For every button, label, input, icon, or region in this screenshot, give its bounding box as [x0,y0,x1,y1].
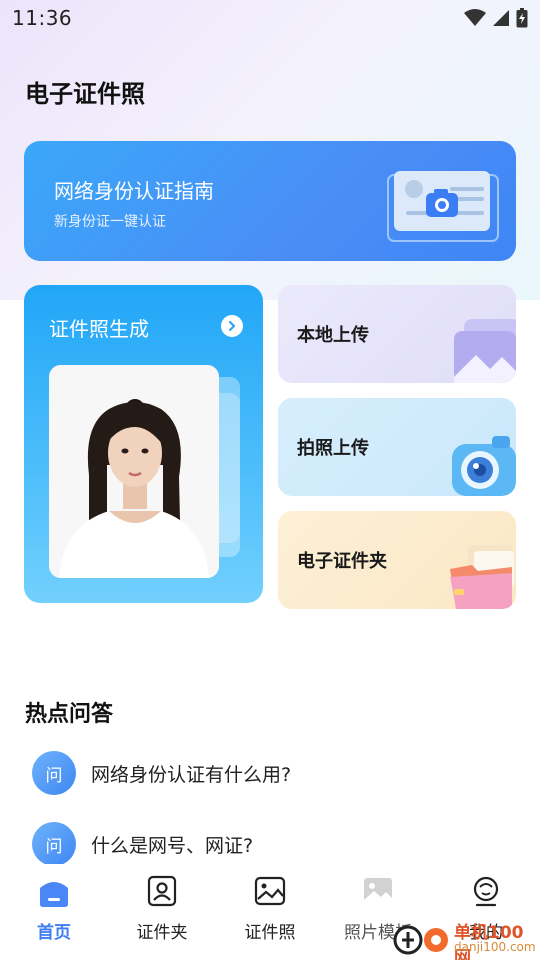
e-id-folder-label: 电子证件夹 [297,551,387,572]
signal-icon [493,10,509,26]
image-template-icon [361,874,395,908]
watermark-logo-icon [393,925,448,955]
banner-title: 网络身份认证指南 [54,179,214,203]
photo-icon [253,874,287,908]
local-upload-card[interactable]: 本地上传 [278,285,516,383]
nav-label-home: 首页 [37,923,71,943]
take-photo-card[interactable]: 拍照上传 [278,398,516,496]
folder-icon [450,545,514,609]
qa-item-text: 什么是网号、网证? [91,834,254,857]
nav-item-id-photo[interactable]: 证件照 [216,864,324,960]
qa-item-text: 网络身份认证有什么用? [91,763,292,786]
nav-item-id-folder[interactable]: 证件夹 [108,864,216,960]
question-icon: 问 [32,822,76,866]
nav-label-id-folder: 证件夹 [136,923,188,943]
status-icons [464,8,528,28]
camera-icon [452,436,516,496]
home-icon [37,874,71,908]
status-bar: 11:36 [0,0,540,36]
e-id-folder-card[interactable]: 电子证件夹 [278,511,516,609]
wifi-icon [464,9,486,26]
local-upload-label: 本地上传 [297,325,369,346]
nav-item-home[interactable]: 首页 [0,864,108,960]
site-watermark: 单机100网 danji100.com [392,918,540,960]
watermark-url: danji100.com [454,940,536,954]
sample-portrait-image [49,365,219,578]
id-card-icon [145,874,179,908]
status-time: 11:36 [12,6,73,30]
qa-item[interactable]: 问 网络身份认证有什么用? [32,751,291,795]
id-card-camera-icon [387,171,499,242]
qa-item[interactable]: 问 什么是网号、网证? [32,822,253,866]
identity-guide-banner[interactable]: 网络身份认证指南 新身份证一键认证 [24,141,516,261]
user-icon [469,874,503,908]
page-title: 电子证件照 [25,80,145,108]
question-icon: 问 [32,751,76,795]
banner-subtitle: 新身份证一键认证 [54,214,166,230]
hot-qa-title: 热点问答 [25,702,114,727]
battery-icon [516,8,528,28]
nav-label-id-photo: 证件照 [244,923,296,943]
chevron-right-icon[interactable] [221,315,243,337]
generator-title: 证件照生成 [49,317,149,341]
take-photo-label: 拍照上传 [297,438,369,459]
image-upload-icon [454,319,516,383]
id-photo-generate-card[interactable]: 证件照生成 [24,285,263,603]
